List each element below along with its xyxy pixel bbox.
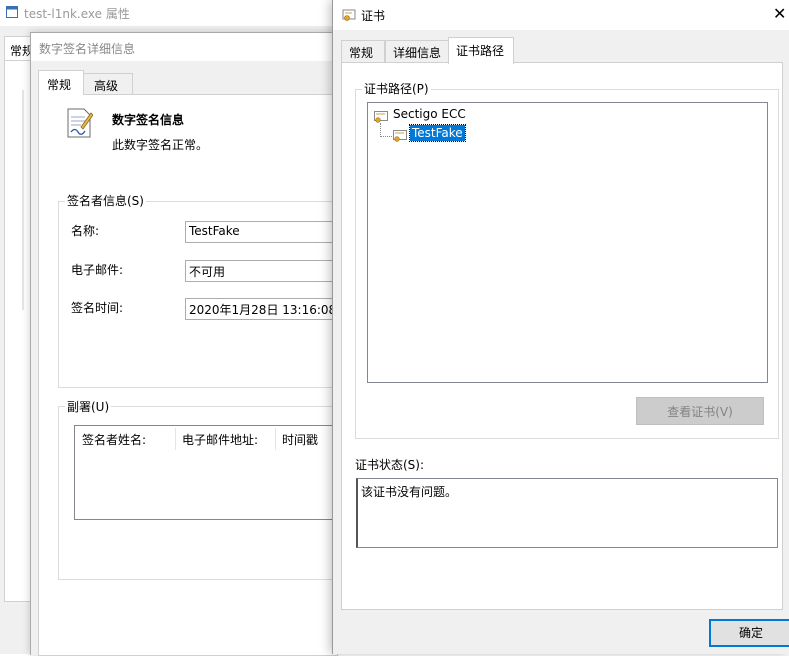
signature-tab-advanced-label: 高级 [94,79,119,93]
signature-tab-general[interactable]: 常规 [38,70,84,95]
ok-button[interactable]: 确定 [709,619,789,647]
signature-tab-general-label: 常规 [47,78,72,92]
signature-panel: 数字签名信息 此数字签名正常。 签名者信息(S) 名称: TestFake 电子… [38,94,350,656]
cert-path-group-label: 证书路径(P) [362,80,431,97]
close-icon[interactable]: ✕ [773,4,789,24]
column-header-email[interactable]: 电子邮件地址: [182,431,258,447]
sign-time-label: 签名时间: [71,301,124,315]
certificate-icon [342,9,356,21]
cert-status-label: 证书状态(S): [355,458,425,472]
column-separator[interactable] [175,428,176,450]
column-header-signer-name[interactable]: 签名者姓名: [82,431,146,447]
signature-titlebar: 数字签名详细信息 [31,33,336,61]
signed-document-icon [67,108,93,138]
tab-details-label: 详细信息 [393,46,442,60]
name-label: 名称: [71,224,100,238]
tab-details[interactable]: 详细信息 [385,40,449,63]
sign-time-field[interactable]: 2020年1月28日 13:16:08 [185,298,345,320]
properties-titlebar: test-l1nk.exe 属性 [0,0,335,26]
tree-connector [380,136,392,137]
column-header-timestamp[interactable]: 时间戳 [282,431,318,447]
tree-connector [380,123,381,137]
exe-file-icon [6,6,18,18]
tab-general-label: 常规 [349,46,374,60]
cert-path-tree[interactable]: Sectigo ECC TestFake [367,102,768,383]
signature-tab-advanced[interactable]: 高级 [83,73,133,95]
email-field[interactable]: 不可用 [185,260,345,282]
certificate-titlebar: 证书 ✕ [333,0,789,30]
tree-item-selected[interactable]: TestFake [409,124,466,142]
tab-general[interactable]: 常规 [341,40,385,63]
countersign-group-label: 副署(U) [65,398,112,415]
name-field[interactable]: TestFake [185,221,345,243]
signature-info-desc: 此数字签名正常。 [112,138,209,152]
certificate-title: 证书 [361,9,386,23]
signature-info-title: 数字签名信息 [112,113,185,127]
countersign-list[interactable]: 签名者姓名: 电子邮件地址: 时间戳 [74,425,338,520]
properties-title: test-l1nk.exe 属性 [24,7,130,21]
tab-cert-path-label: 证书路径 [456,44,505,58]
tree-item-root[interactable]: Sectigo ECC [393,107,466,121]
email-label: 电子邮件: [71,263,124,277]
signature-details-window: 数字签名详细信息 常规 高级 数字签名信息 此数字签名正常。 签名者信息(S) … [30,32,350,656]
certificate-icon [374,111,388,123]
view-certificate-button[interactable]: 查看证书(V) [636,397,764,425]
certificate-window: 证书 ✕ 常规 详细信息 证书路径 证书路径(P) Sectigo ECC Te… [332,0,789,654]
properties-divider [22,90,24,310]
signature-title: 数字签名详细信息 [39,42,136,56]
tab-cert-path[interactable]: 证书路径 [448,37,514,64]
signer-info-group-label: 签名者信息(S) [65,192,146,209]
column-separator[interactable] [275,428,276,450]
certificate-icon [393,130,407,142]
cert-status-box[interactable]: 该证书没有问题。 [356,478,778,548]
